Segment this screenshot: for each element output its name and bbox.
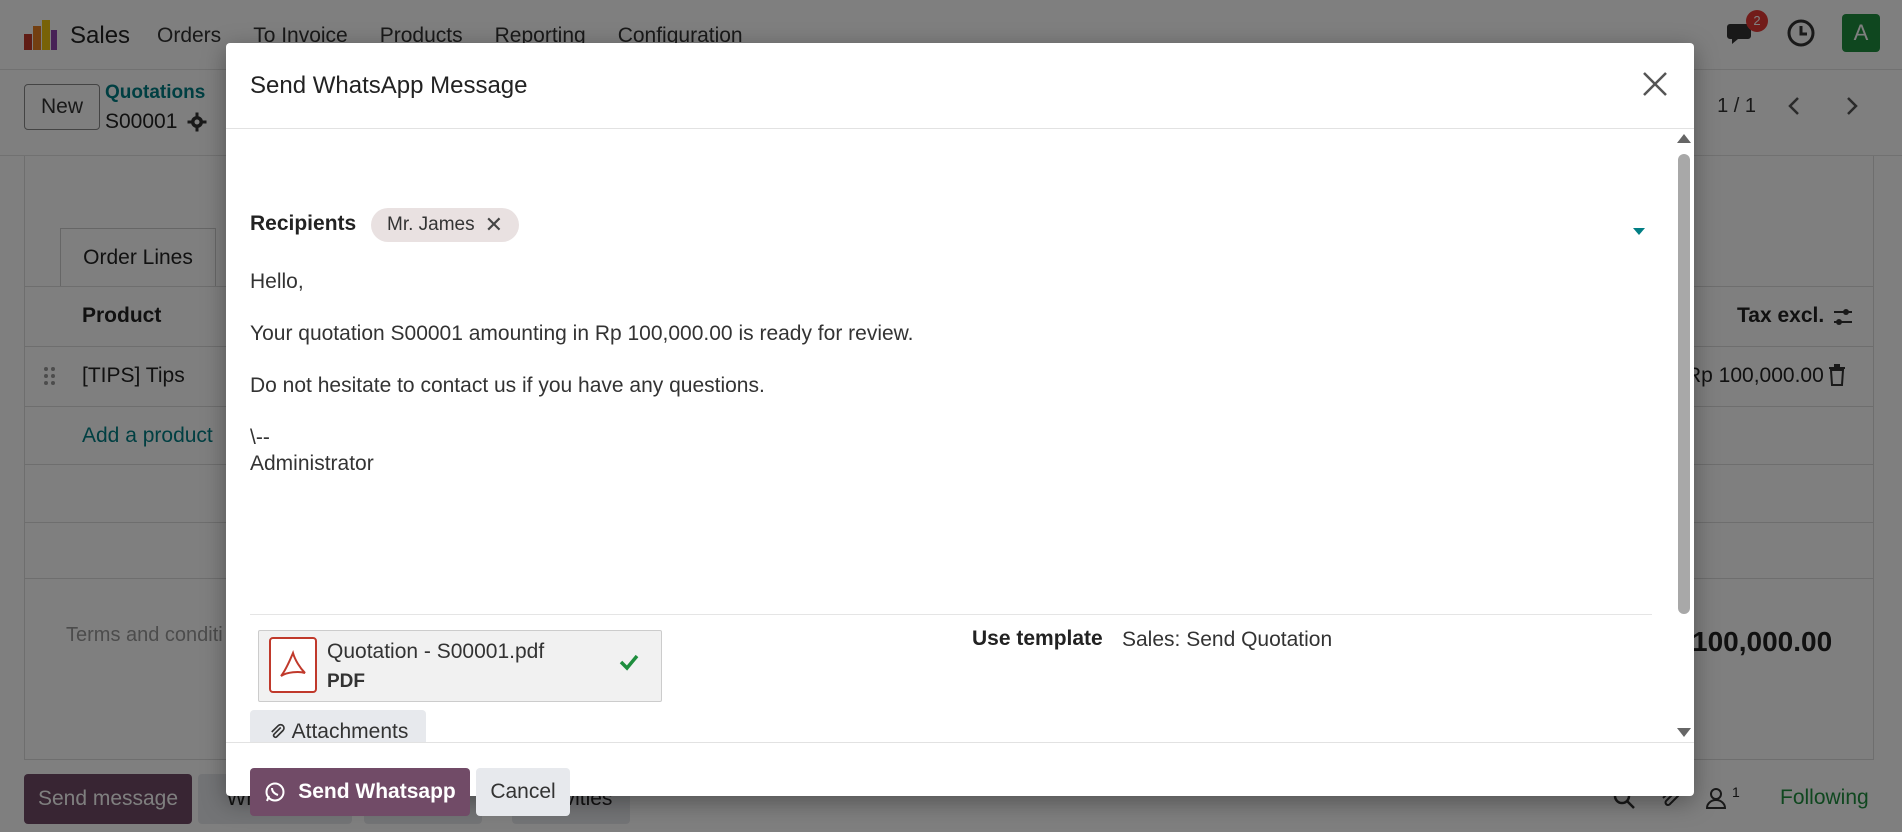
paperclip-icon <box>270 723 285 739</box>
send-whatsapp-label: Send Whatsapp <box>298 780 456 803</box>
dialog-title: Send WhatsApp Message <box>250 72 528 99</box>
scrollbar-thumb[interactable] <box>1678 154 1690 614</box>
recipient-name: Mr. James <box>387 214 475 235</box>
scroll-up-icon[interactable] <box>1677 134 1691 143</box>
message-line: Do not hesitate to contact us if you hav… <box>250 374 765 397</box>
whatsapp-icon <box>265 782 285 802</box>
dialog-footer: Send Whatsapp Cancel <box>226 742 1694 816</box>
use-template-label: Use template <box>972 627 1103 650</box>
message-line: Hello, <box>250 270 304 293</box>
message-line: Your quotation S00001 amounting in Rp 10… <box>250 322 914 345</box>
check-icon <box>619 654 639 671</box>
dialog-scrollbar[interactable] <box>1672 130 1694 742</box>
send-whatsapp-button[interactable]: Send Whatsapp <box>250 768 470 816</box>
scroll-down-icon[interactable] <box>1677 728 1691 737</box>
dialog-header: Send WhatsApp Message <box>226 43 1694 129</box>
pdf-file-icon <box>269 637 317 693</box>
recipients-dropdown-caret-icon[interactable] <box>1633 228 1645 235</box>
recipients-label: Recipients <box>250 212 357 235</box>
attachments-label: Attachments <box>291 720 409 742</box>
template-field[interactable]: Sales: Send Quotation <box>1122 628 1332 652</box>
message-line: \-- <box>250 426 270 449</box>
attachments-button[interactable]: Attachments <box>250 710 426 742</box>
recipient-tag: Mr. James ✕ <box>371 208 520 242</box>
body-separator <box>250 614 1652 615</box>
send-whatsapp-dialog: Send WhatsApp Message Recipients Mr. Jam… <box>226 43 1694 816</box>
attachment-card[interactable]: Quotation - S00001.pdf PDF <box>258 630 662 702</box>
cancel-button[interactable]: Cancel <box>476 768 570 816</box>
attachment-type: PDF <box>327 671 365 692</box>
message-line: Administrator <box>250 452 374 475</box>
close-icon[interactable] <box>1640 69 1670 99</box>
remove-recipient-icon[interactable]: ✕ <box>485 214 503 236</box>
dialog-body: Recipients Mr. James ✕ Hello, Your quota… <box>226 130 1694 742</box>
attachment-name: Quotation - S00001.pdf <box>327 640 545 663</box>
